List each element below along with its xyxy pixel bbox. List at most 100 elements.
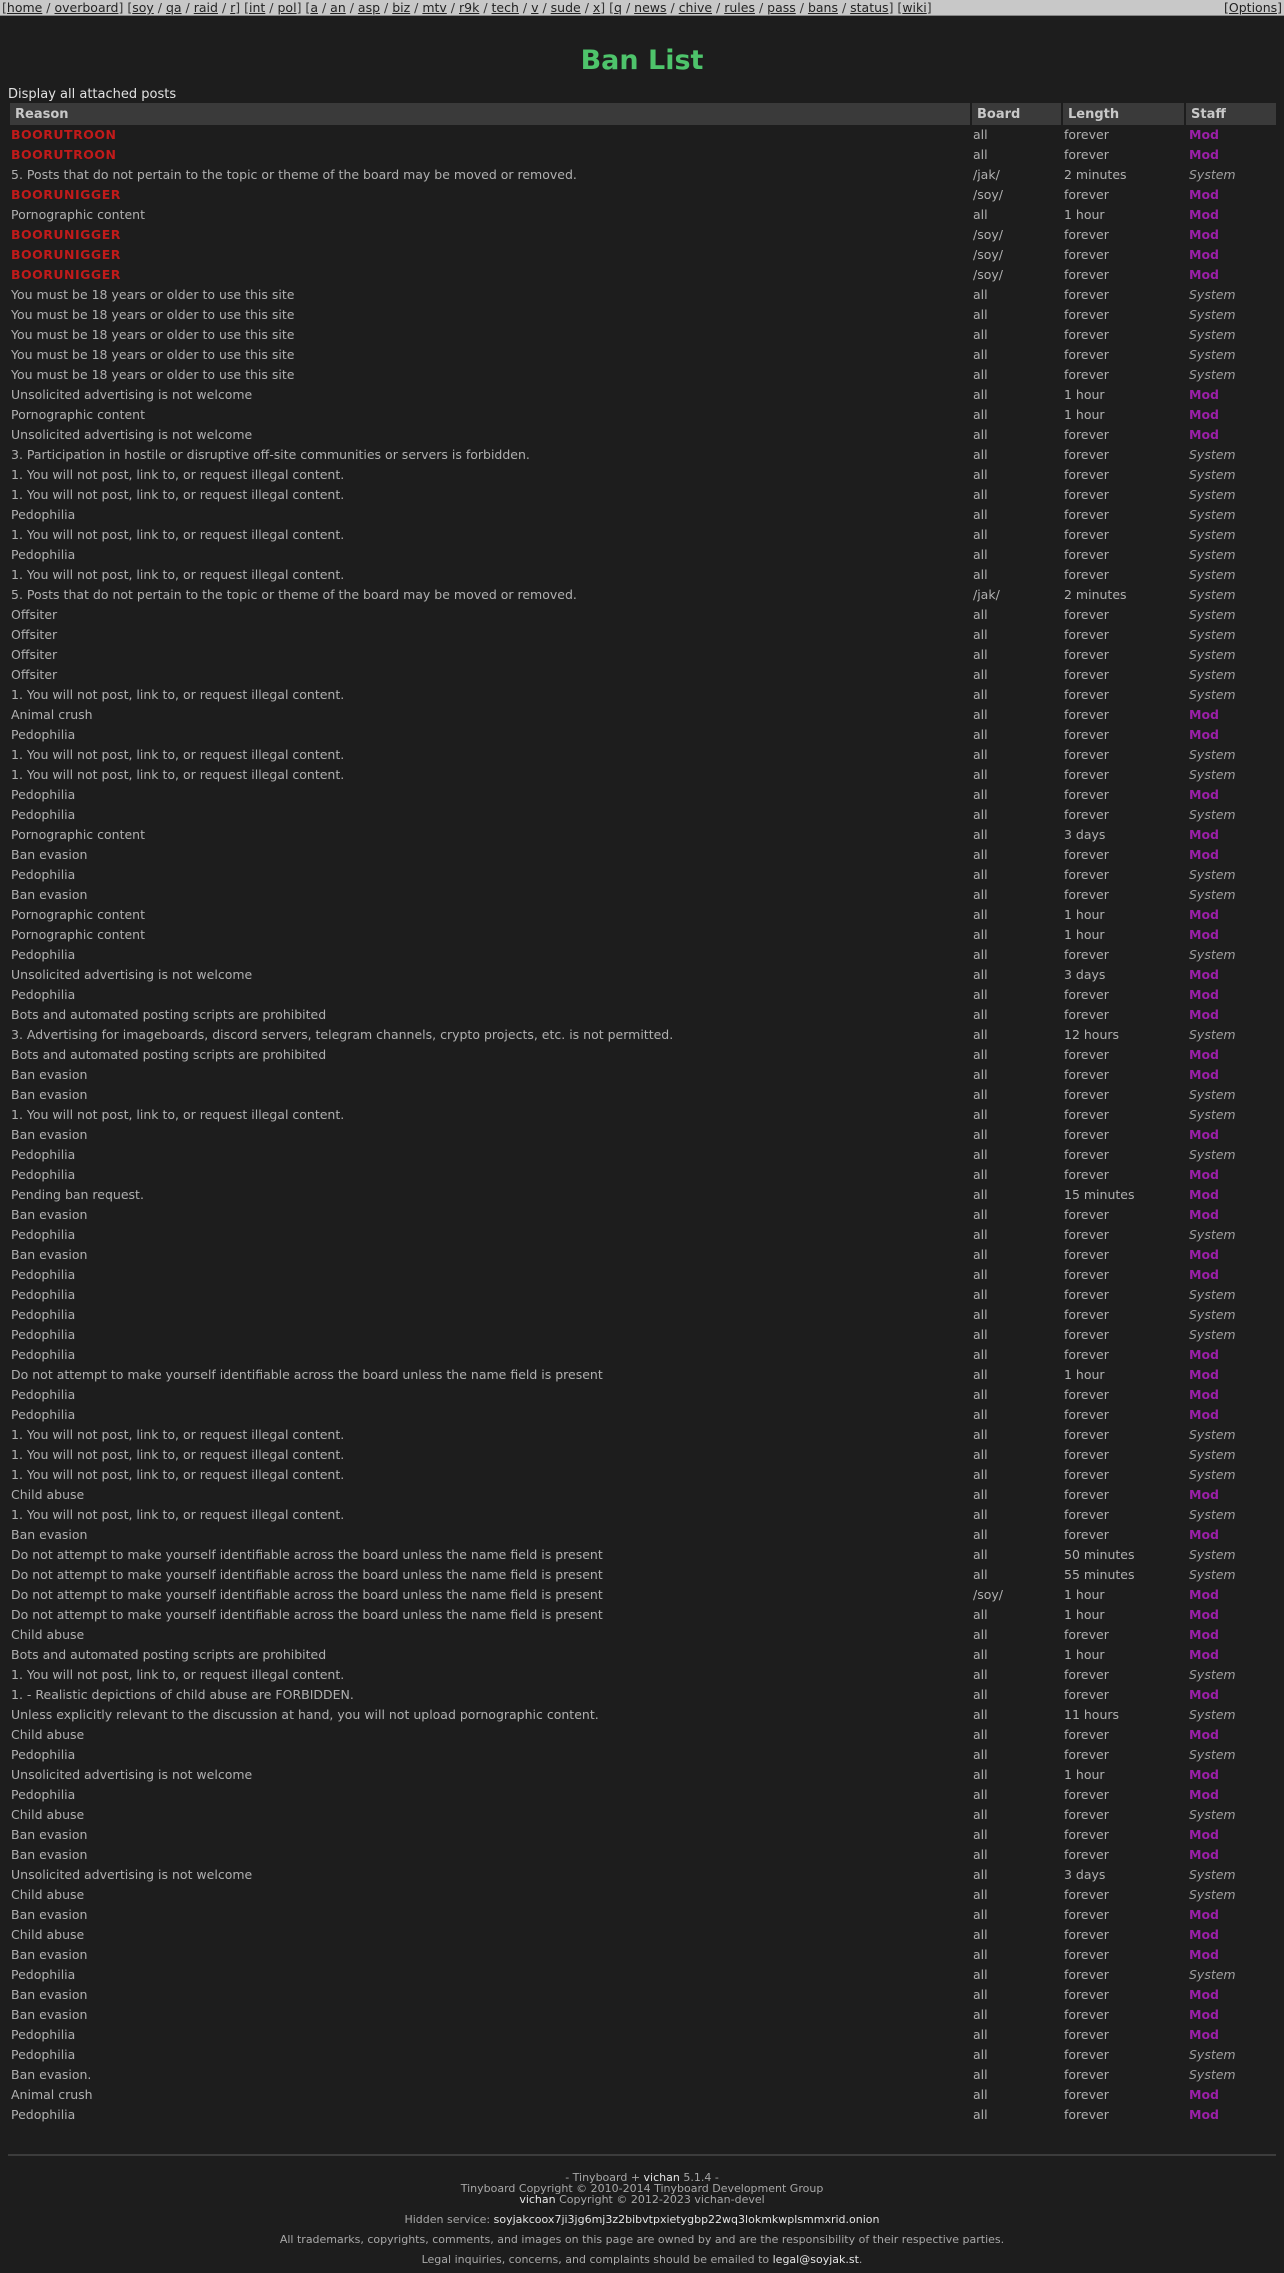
board-link-bans[interactable]: bans: [808, 0, 838, 15]
ban-staff: Mod: [1189, 1947, 1219, 1962]
ban-board: all: [973, 1347, 988, 1362]
board-link-pol[interactable]: pol: [278, 0, 297, 15]
board-link-news[interactable]: news: [634, 0, 666, 15]
header-board[interactable]: Board: [972, 103, 1061, 125]
ban-reason: BOORUNIGGER: [11, 227, 121, 242]
ban-staff: System: [1189, 767, 1236, 782]
table-row: 1. You will not post, link to, or reques…: [10, 1665, 1276, 1685]
board-link-int[interactable]: int: [249, 0, 265, 15]
board-link-wiki[interactable]: wiki: [902, 0, 926, 15]
ban-reason: Child abuse: [11, 1487, 85, 1502]
board-link-sude[interactable]: sude: [551, 0, 581, 15]
table-row: 1. You will not post, link to, or reques…: [10, 465, 1276, 485]
board-link-r9k[interactable]: r9k: [459, 0, 479, 15]
board-link-raid[interactable]: raid: [194, 0, 218, 15]
table-row: Pornographic content all 1 hour Mod: [10, 925, 1276, 945]
table-row: Child abuse all forever System: [10, 1885, 1276, 1905]
ban-staff: System: [1189, 1327, 1236, 1342]
ban-reason: Ban evasion: [11, 1827, 88, 1842]
ban-board: all: [973, 947, 988, 962]
ban-board: /soy/: [973, 267, 1003, 282]
board-link-a[interactable]: a: [310, 0, 318, 15]
table-row: Pedophilia all forever Mod: [10, 785, 1276, 805]
board-link-q[interactable]: q: [614, 0, 622, 15]
ban-reason: Pedophilia: [11, 1407, 76, 1422]
header-reason[interactable]: Reason: [10, 103, 970, 125]
table-row: You must be 18 years or older to use thi…: [10, 285, 1276, 305]
board-group: [soy / qa / raid / r]: [127, 0, 245, 15]
ban-length: forever: [1064, 1087, 1109, 1102]
board-link-r[interactable]: r: [230, 0, 235, 15]
table-row: Pedophilia all forever System: [10, 1225, 1276, 1245]
ban-board: all: [973, 1367, 988, 1382]
table-row: Pedophilia all forever System: [10, 865, 1276, 885]
table-row: Ban evasion all forever Mod: [10, 1205, 1276, 1225]
table-row: 1. You will not post, link to, or reques…: [10, 745, 1276, 765]
table-row: Unless explicitly relevant to the discus…: [10, 1705, 1276, 1725]
ban-staff: Mod: [1189, 1167, 1219, 1182]
ban-reason: Ban evasion: [11, 887, 88, 902]
ban-length: forever: [1064, 867, 1109, 882]
ban-board: all: [973, 1747, 988, 1762]
board-link-asp[interactable]: asp: [358, 0, 380, 15]
board-link-home[interactable]: home: [7, 0, 42, 15]
legal-email-link[interactable]: legal@soyjak.st: [773, 2253, 859, 2266]
ban-length: 1 hour: [1064, 1767, 1105, 1782]
ban-length: forever: [1064, 767, 1109, 782]
ban-reason: Pedophilia: [11, 1147, 76, 1162]
ban-length: forever: [1064, 1627, 1109, 1642]
ban-length: forever: [1064, 1427, 1109, 1442]
ban-reason: You must be 18 years or older to use thi…: [11, 307, 295, 322]
table-row: Pedophilia all forever Mod: [10, 1345, 1276, 1365]
table-row: 3. Advertising for imageboards, discord …: [10, 1025, 1276, 1045]
ban-board: all: [973, 387, 988, 402]
table-row: BOORUTROON all forever Mod: [10, 145, 1276, 165]
board-link-v[interactable]: v: [531, 0, 538, 15]
table-row: 1. You will not post, link to, or reques…: [10, 525, 1276, 545]
ban-reason: 1. You will not post, link to, or reques…: [11, 1447, 345, 1462]
board-link-an[interactable]: an: [330, 0, 346, 15]
board-link-x[interactable]: x: [593, 0, 600, 15]
table-row: You must be 18 years or older to use thi…: [10, 345, 1276, 365]
board-link-mtv[interactable]: mtv: [422, 0, 446, 15]
ban-board: all: [973, 2087, 988, 2102]
vichan-link[interactable]: vichan: [519, 2193, 555, 2206]
ban-reason: Ban evasion: [11, 1947, 88, 1962]
board-link-chive[interactable]: chive: [679, 0, 712, 15]
ban-board: all: [973, 1707, 988, 1722]
ban-board: all: [973, 787, 988, 802]
board-link-pass[interactable]: pass: [767, 0, 796, 15]
ban-staff: Mod: [1189, 427, 1219, 442]
ban-board: all: [973, 727, 988, 742]
table-row: 3. Participation in hostile or disruptiv…: [10, 445, 1276, 465]
ban-reason: Pedophilia: [11, 1227, 76, 1242]
display-attached-posts-toggle[interactable]: Display all attached posts: [8, 87, 176, 102]
ban-reason: Pedophilia: [11, 1287, 76, 1302]
ban-board: all: [973, 467, 988, 482]
ban-length: forever: [1064, 627, 1109, 642]
board-link-tech[interactable]: tech: [492, 0, 519, 15]
ban-length: forever: [1064, 1747, 1109, 1762]
board-link-rules[interactable]: rules: [724, 0, 755, 15]
ban-board: all: [973, 1507, 988, 1522]
ban-board: all: [973, 1327, 988, 1342]
header-length[interactable]: Length: [1063, 103, 1184, 125]
ban-reason: Unless explicitly relevant to the discus…: [11, 1707, 599, 1722]
ban-board: all: [973, 1727, 988, 1742]
ban-reason: Pedophilia: [11, 1347, 76, 1362]
table-row: Unsolicited advertising is not welcome al…: [10, 1865, 1276, 1885]
ban-reason: BOORUNIGGER: [11, 267, 121, 282]
ban-board: all: [973, 1927, 988, 1942]
ban-reason: You must be 18 years or older to use thi…: [11, 287, 295, 302]
board-link-qa[interactable]: qa: [166, 0, 182, 15]
ban-length: forever: [1064, 487, 1109, 502]
ban-length: 1 hour: [1064, 1587, 1105, 1602]
board-link-soy[interactable]: soy: [132, 0, 154, 15]
ban-board: all: [973, 707, 988, 722]
ban-reason: 5. Posts that do not pertain to the topi…: [11, 167, 577, 182]
board-link-biz[interactable]: biz: [392, 0, 410, 15]
board-link-overboard[interactable]: overboard: [55, 0, 119, 15]
header-staff[interactable]: Staff: [1186, 103, 1276, 125]
board-link-status[interactable]: status: [850, 0, 888, 15]
options-link[interactable]: [Options]: [1224, 0, 1282, 15]
